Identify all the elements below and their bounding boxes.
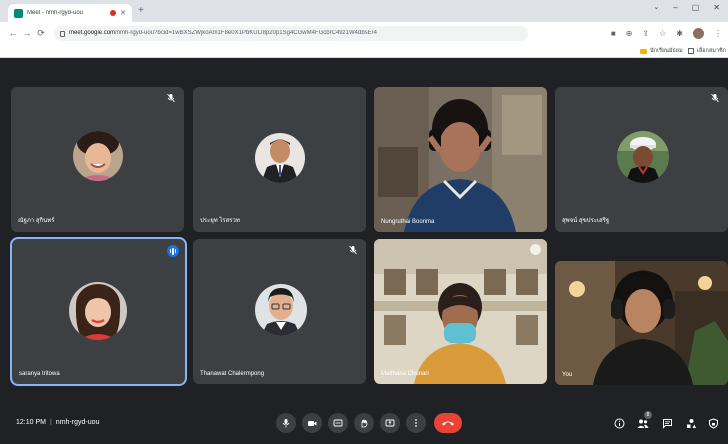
meeting-controls-bar: 12:10 PM | nmh-rgyd-uou 8 [0,404,728,444]
close-window-icon[interactable]: ✕ [713,3,720,12]
address-bar[interactable]: meet.google.com/nmh-rgyd-uou?bcid=1wBXSZ… [54,25,528,41]
zoom-icon[interactable]: ⊕ [626,29,633,38]
video-feed [555,261,728,385]
activities-shapes-icon [686,418,696,428]
avatar [255,284,307,336]
bookmark-item[interactable]: นักเรียนมัธยม [640,47,683,55]
people-icon [637,419,649,428]
chat-icon [662,418,672,429]
url-path: /nmh-rgyd-uou?bcid=1wBXSZWjkoAm1F8e0X1Pb… [115,30,377,36]
meeting-details: 12:10 PM | nmh-rgyd-uou [16,419,99,426]
participant-tile[interactable]: Nungruthai Boonma [374,87,547,232]
present-button[interactable] [380,413,400,433]
participant-count-badge: 8 [644,411,652,419]
avatar [255,133,305,183]
toolbar-icons: ■ ⊕ ⇪ ☆ ✱ ⋮ [611,27,722,39]
clock-time: 12:10 PM [16,419,46,426]
camera-button[interactable] [302,413,322,433]
menu-kebab-icon[interactable]: ⋮ [714,29,722,38]
participant-name: You [562,372,573,378]
meeting-code: nmh-rgyd-uou [55,419,100,426]
reading-list-icon [688,48,694,54]
captions-icon [333,419,343,427]
mic-off-icon [348,245,358,255]
raise-hand-icon [361,419,368,428]
profile-avatar[interactable] [693,27,704,39]
bookmark-label: นักเรียนมัธยม [650,48,683,54]
avatar [69,282,127,340]
mic-off-icon [710,93,720,103]
chat-button[interactable] [660,416,674,430]
participant-name: สุพจน์ สุขประเสริฐ [562,218,610,224]
url-host: meet.google.com [69,30,116,36]
bookmarks-bar: นักเรียนมัธยม เลือกสมาชิก [0,44,728,58]
pin-icon[interactable] [530,244,541,255]
video-feed [374,239,547,384]
avatar [73,131,123,181]
hang-up-icon [442,421,454,426]
mic-button[interactable] [276,413,296,433]
mic-off-icon [166,93,176,103]
mic-icon [282,419,290,428]
participant-tile-speaking[interactable]: saranya tritowa [10,237,187,386]
recording-dot-icon [110,10,117,16]
leave-call-button[interactable] [434,413,462,433]
participant-name: saranya tritowa [19,371,60,377]
shield-lock-icon [708,417,718,429]
minimize-icon[interactable]: – [673,3,677,12]
url-text: meet.google.com/nmh-rgyd-uou?bcid=1wBXSZ… [69,30,377,36]
tab-search-icon[interactable]: ⌄ [653,3,659,12]
reload-icon[interactable]: ⟳ [34,28,48,39]
share-icon[interactable]: ⇪ [642,29,649,38]
activities-button[interactable] [684,416,698,430]
maximize-icon[interactable]: ▢ [692,3,700,12]
close-tab-icon[interactable]: ✕ [120,9,126,17]
participant-tile[interactable]: สุพจน์ สุขประเสริฐ [555,87,728,232]
present-screen-icon [385,419,395,427]
host-controls-button[interactable] [706,416,720,430]
bookmark-label: เลือกสมาชิก [697,48,727,54]
avatar [617,131,669,183]
tab-strip: Meet - nmh-rgyd-uou ✕ + ⌄ – ▢ ✕ [0,0,728,22]
captions-button[interactable] [328,413,348,433]
participant-name: ประยุท ไรสรวท [200,218,240,224]
participant-tile[interactable]: ณัฐภา สุกินทร์ [11,87,184,232]
extensions-icon[interactable]: ✱ [676,29,683,38]
tab-title: Meet - nmh-rgyd-uou [27,10,84,16]
forward-icon[interactable]: → [20,28,34,38]
tab-meet[interactable]: Meet - nmh-rgyd-uou ✕ [8,4,132,22]
new-tab-icon[interactable]: + [138,5,144,16]
bookmark-star-icon[interactable]: ☆ [659,29,666,38]
participant-tile[interactable]: Matthana Chunari [374,239,547,384]
speaking-indicator-icon [167,245,179,257]
camera-permission-icon[interactable]: ■ [611,29,616,38]
participant-name: Matthana Chunari [381,371,429,377]
separator: | [49,419,52,426]
video-feed [374,87,547,232]
browser-chrome: Meet - nmh-rgyd-uou ✕ + ⌄ – ▢ ✕ ← → ⟳ me… [0,0,728,58]
raise-hand-button[interactable] [354,413,374,433]
camera-icon [308,421,317,426]
participant-name: Nungruthai Boonma [381,219,435,225]
participant-tile[interactable]: Thanawat Chalermpong [193,239,366,384]
bookmark-item[interactable]: เลือกสมาชิก [688,47,726,55]
window-controls: ⌄ – ▢ ✕ [653,3,720,12]
browser-toolbar: ← → ⟳ meet.google.com/nmh-rgyd-uou?bcid=… [0,22,728,44]
more-options-button[interactable] [406,413,426,433]
more-vert-icon [415,419,417,427]
participant-tile[interactable]: ประยุท ไรสรวท [193,87,366,232]
participant-name: ณัฐภา สุกินทร์ [18,218,55,224]
info-icon [614,418,624,428]
folder-icon [640,48,647,54]
meet-favicon-icon [14,8,23,18]
participant-name: Thanawat Chalermpong [200,371,265,377]
back-icon[interactable]: ← [6,28,20,38]
self-tile[interactable]: You [555,261,728,385]
people-button[interactable]: 8 [636,411,652,430]
meeting-info-button[interactable] [612,416,626,430]
lock-icon [60,31,65,37]
